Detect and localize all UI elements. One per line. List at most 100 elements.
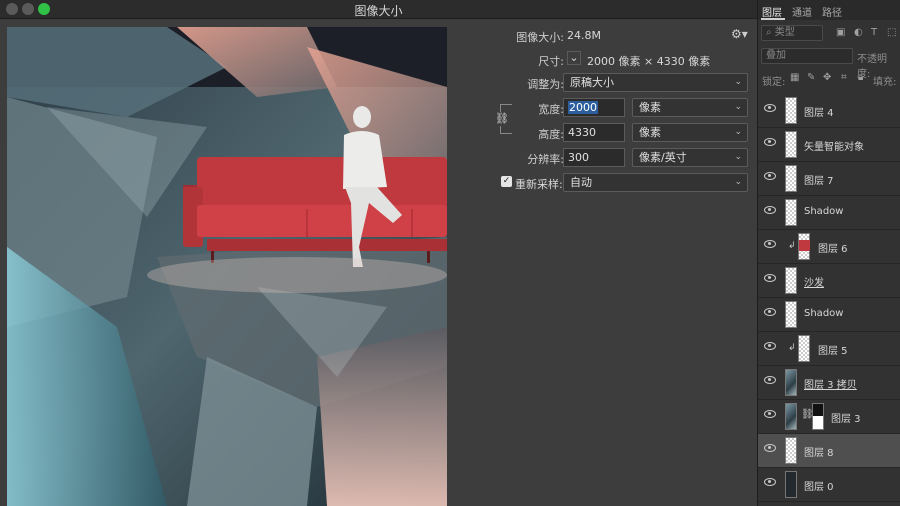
dimensions-unit-dropdown-icon[interactable]: ⌄ [567,51,581,65]
layer-thumbnail[interactable] [785,403,797,430]
type-filter-icon[interactable]: T [871,27,877,38]
panel-tabs: 图层 通道 路径 [758,0,900,20]
lock-all-icon[interactable]: 🔒︎ [858,72,863,83]
search-icon: ⌕ [766,27,772,38]
layer-thumbnail[interactable] [785,267,797,294]
layer-mask-thumbnail[interactable] [812,403,824,430]
blend-mode-select[interactable]: 叠加 [761,48,853,64]
layer-name[interactable]: Shadow [804,308,843,319]
visibility-eye-icon[interactable] [764,104,776,112]
kind-filter-select[interactable]: ⌕ 类型 [761,25,823,41]
resample-value: 自动 [570,176,592,189]
dialog-title: 图像大小 [354,4,403,18]
layer-row[interactable]: 图层 0 [758,468,900,502]
layer-thumbnail[interactable] [785,437,797,464]
chevron-down-icon: ⌄ [734,177,742,187]
resolution-value: 300 [568,151,589,164]
layer-row[interactable]: 图层 4 [758,94,900,128]
resample-select[interactable]: 自动 ⌄ [563,173,748,192]
tab-paths[interactable]: 路径 [822,4,842,19]
layer-thumbnail[interactable] [785,165,797,192]
lock-artboard-icon[interactable]: ⌗ [841,72,847,83]
layer-thumbnail[interactable] [798,335,810,362]
image-filter-icon[interactable]: ▣ [836,27,845,38]
adjustment-filter-icon[interactable]: ◐ [854,27,863,38]
height-input[interactable]: 4330 [563,123,625,142]
height-unit-select[interactable]: 像素 ⌄ [632,123,748,142]
chevron-down-icon: ⌄ [734,152,742,162]
width-unit-select[interactable]: 像素 ⌄ [632,98,748,117]
layer-name[interactable]: 矢量智能对象 [804,138,864,153]
image-size-value: 24.8M [567,29,601,42]
layer-row[interactable]: 图层 7 [758,162,900,196]
layer-thumbnail[interactable] [785,131,797,158]
clipping-mask-arrow-icon: ↲ [788,241,796,251]
resolution-unit-value: 像素/英寸 [639,151,687,164]
fit-to-value: 原稿大小 [570,76,614,89]
lock-label: 锁定: [762,77,786,88]
layer-thumbnail[interactable] [785,471,797,498]
width-unit-value: 像素 [639,101,661,114]
image-size-dialog: 图像大小 图像大小: 24.8M ⚙▾ 尺寸: ⌄ 2000 像素 × 4330… [0,0,757,506]
layer-thumbnail[interactable] [785,199,797,226]
layer-row[interactable]: 图层 3 拷贝 [758,366,900,400]
layer-row[interactable]: 沙发 [758,264,900,298]
visibility-eye-icon[interactable] [764,444,776,452]
layer-row[interactable]: ↲ 图层 5 [758,332,900,366]
visibility-eye-icon[interactable] [764,342,776,350]
lock-position-icon[interactable]: ✥ [823,72,831,83]
kind-filter-value: 类型 [774,27,795,38]
layer-thumbnail-content [799,240,810,251]
layer-name[interactable]: Shadow [804,206,843,217]
title-bar[interactable]: 图像大小 [0,0,757,19]
visibility-eye-icon[interactable] [764,274,776,282]
visibility-eye-icon[interactable] [764,172,776,180]
visibility-eye-icon[interactable] [764,206,776,214]
visibility-eye-icon[interactable] [764,138,776,146]
image-preview[interactable] [7,27,447,506]
visibility-eye-icon[interactable] [764,240,776,248]
clipping-mask-arrow-icon: ↲ [788,343,796,353]
fill-label: 填充: [873,77,897,88]
height-value: 4330 [568,126,596,139]
width-input[interactable]: 2000 [563,98,625,117]
constrain-proportions-link-icon[interactable]: ⛓ [495,112,509,126]
visibility-eye-icon[interactable] [764,478,776,486]
fit-to-label: 调整为: [527,78,564,91]
fit-to-select[interactable]: 原稿大小 ⌄ [563,73,748,92]
layer-row[interactable]: ⛓ 图层 3 [758,400,900,434]
layer-row[interactable]: Shadow [758,196,900,230]
layer-thumbnail[interactable] [785,369,797,396]
layer-name[interactable]: 图层 5 [818,342,848,357]
layer-row[interactable]: 矢量智能对象 [758,128,900,162]
layer-row[interactable]: 图层 8 [758,434,900,468]
layer-name[interactable]: 图层 3 [831,410,861,425]
layer-name[interactable]: 沙发 [804,274,824,289]
visibility-eye-icon[interactable] [764,410,776,418]
tab-layers[interactable]: 图层 [762,4,782,19]
height-unit-value: 像素 [639,126,661,139]
layer-name[interactable]: 图层 7 [804,172,834,187]
settings-gear-icon[interactable]: ⚙▾ [731,27,748,41]
lock-transparency-icon[interactable]: ▦ [790,72,799,83]
layer-name[interactable]: 图层 4 [804,104,834,119]
layer-name[interactable]: 图层 6 [818,240,848,255]
layer-row[interactable]: Shadow [758,298,900,332]
resample-label: 重新采样: [515,178,563,191]
layer-name[interactable]: 图层 0 [804,478,834,493]
layer-row[interactable]: ↲ 图层 6 [758,230,900,264]
lock-paint-icon[interactable]: ✎ [807,72,815,83]
layer-thumbnail[interactable] [785,301,797,328]
blend-mode-value: 叠加 [766,50,786,61]
layer-thumbnail[interactable] [785,97,797,124]
visibility-eye-icon[interactable] [764,308,776,316]
layer-name[interactable]: 图层 3 拷贝 [804,376,857,391]
resolution-unit-select[interactable]: 像素/英寸 ⌄ [632,148,748,167]
tab-channels[interactable]: 通道 [792,4,812,19]
resample-checkbox[interactable]: ✓ [501,176,512,187]
dimensions-label: 尺寸: [538,55,564,68]
visibility-eye-icon[interactable] [764,376,776,384]
shape-filter-icon[interactable]: ⬚ [887,27,896,38]
layer-name[interactable]: 图层 8 [804,444,834,459]
resolution-input[interactable]: 300 [563,148,625,167]
